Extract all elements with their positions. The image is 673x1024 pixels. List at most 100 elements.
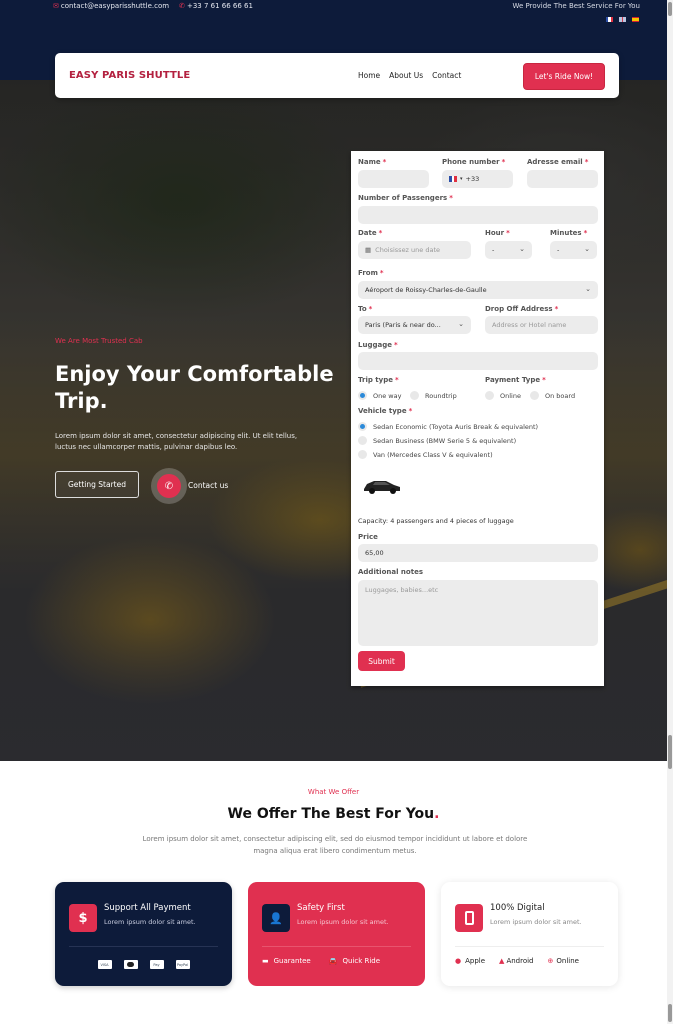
flag-fr-icon[interactable] bbox=[449, 176, 458, 182]
to-select[interactable]: Paris (Paris & near do... ⌄ bbox=[358, 316, 471, 334]
email-label: Adresse email * bbox=[527, 158, 589, 166]
payment-onboard-radio[interactable]: On board bbox=[530, 391, 575, 400]
card-title: Safety First bbox=[297, 903, 345, 913]
apple-pay-icon: Pay bbox=[149, 960, 164, 969]
notes-textarea[interactable]: Luggages, babies...etc bbox=[358, 580, 598, 646]
chevron-down-icon: ⌄ bbox=[585, 285, 591, 293]
contact-us-link[interactable]: Contact us bbox=[188, 481, 228, 490]
phone-icon: ✆ bbox=[179, 2, 185, 10]
apple-icon: ● bbox=[455, 957, 462, 965]
trip-roundtrip-radio[interactable]: Roundtrip bbox=[410, 391, 457, 400]
from-label: From * bbox=[358, 269, 384, 277]
phone-input[interactable]: ▾ +33 bbox=[442, 170, 513, 188]
email-icon: ✉ bbox=[53, 2, 59, 10]
scrollbar-thumb[interactable] bbox=[668, 735, 672, 769]
paypal-icon: PayPal bbox=[175, 960, 190, 969]
from-select[interactable]: Aéroport de Roissy-Charles-de-Gaulle ⌄ bbox=[358, 281, 598, 299]
calendar-icon: ▦ bbox=[365, 246, 372, 254]
tagline: We Provide The Best Service For You bbox=[512, 2, 640, 10]
dropoff-input[interactable]: Address or Hotel name bbox=[485, 316, 598, 334]
quick-ride-feature: 🚘 Quick Ride bbox=[328, 957, 381, 965]
scrollbar-thumb[interactable] bbox=[668, 2, 672, 16]
online-feature: ⊕ Online bbox=[547, 957, 579, 965]
submit-button[interactable]: Submit bbox=[358, 651, 405, 671]
dollar-icon: $ bbox=[69, 904, 97, 932]
hero-title: Enjoy Your Comfortable Trip. bbox=[55, 362, 334, 413]
chevron-down-icon: ⌄ bbox=[519, 245, 525, 253]
hero-tag: We Are Most Trusted Cab bbox=[55, 337, 143, 345]
page-scrollbar[interactable] bbox=[667, 0, 673, 1024]
email-input[interactable] bbox=[527, 170, 598, 188]
vehicle-economic-radio[interactable]: Sedan Economic (Toyota Auris Break & equ… bbox=[358, 422, 538, 431]
card-safety: 👤 Safety First Lorem ipsum dolor sit ame… bbox=[248, 882, 425, 986]
phone-label: Phone number * bbox=[442, 158, 506, 166]
navbar: EASY PARIS SHUTTLE Home About Us Contact… bbox=[55, 53, 619, 98]
name-label: Name * bbox=[358, 158, 387, 166]
dropoff-label: Drop Off Address * bbox=[485, 305, 559, 313]
brand-logo[interactable]: EASY PARIS SHUTTLE bbox=[69, 70, 190, 81]
flag-en-icon[interactable] bbox=[619, 17, 626, 22]
payment-online-radio[interactable]: Online bbox=[485, 391, 521, 400]
android-icon: ▲ bbox=[499, 957, 505, 965]
passengers-input[interactable] bbox=[358, 206, 598, 224]
chevron-down-icon: ⌄ bbox=[584, 245, 590, 253]
globe-icon: ⊕ bbox=[547, 957, 554, 965]
card-title: Support All Payment bbox=[104, 903, 191, 913]
luggage-label: Luggage * bbox=[358, 341, 398, 349]
card-icon: ▬ bbox=[262, 957, 269, 965]
vehicle-image bbox=[364, 481, 400, 494]
card-desc: Lorem ipsum dolor sit amet. bbox=[104, 918, 196, 926]
notes-label: Additional notes bbox=[358, 568, 423, 576]
android-feature: ▲ Android bbox=[499, 957, 534, 965]
nav-about[interactable]: About Us bbox=[389, 71, 423, 80]
contact-email[interactable]: ✉ contact@easyparisshuttle.com bbox=[53, 2, 169, 10]
minutes-select[interactable]: - ⌄ bbox=[550, 241, 597, 259]
flag-fr-icon[interactable] bbox=[606, 17, 613, 22]
apple-feature: ● Apple bbox=[455, 957, 486, 965]
chevron-down-icon: ⌄ bbox=[458, 320, 464, 328]
minutes-label: Minutes * bbox=[550, 229, 588, 237]
price-label: Price bbox=[358, 533, 378, 541]
card-desc: Lorem ipsum dolor sit amet. bbox=[490, 918, 582, 926]
user-shield-icon: 👤 bbox=[262, 904, 290, 932]
date-input[interactable]: ▦ Choisissez une date bbox=[358, 241, 471, 259]
card-desc: Lorem ipsum dolor sit amet. bbox=[297, 918, 389, 926]
vehicle-type-label: Vehicle type * bbox=[358, 407, 413, 415]
offer-title: We Offer The Best For You. bbox=[227, 806, 440, 822]
payment-type-label: Payment Type * bbox=[485, 376, 546, 384]
price-input[interactable]: 65,00 bbox=[358, 544, 598, 562]
capacity-text: Capacity: 4 passengers and 4 pieces of l… bbox=[358, 517, 514, 525]
contact-phone-button[interactable]: ✆ bbox=[151, 468, 187, 504]
luggage-input[interactable] bbox=[358, 352, 598, 370]
booking-form: Name * Phone number * ▾ +33 Adresse email * … bbox=[351, 151, 604, 686]
phone-icon: ✆ bbox=[157, 474, 181, 498]
hour-select[interactable]: - ⌄ bbox=[485, 241, 532, 259]
hero-description: Lorem ipsum dolor sit amet, consectetur … bbox=[55, 432, 298, 451]
guarantee-feature: ▬ Guarantee bbox=[262, 957, 311, 965]
flag-es-icon[interactable] bbox=[632, 17, 639, 22]
offer-description: Lorem ipsum dolor sit amet, consectetur … bbox=[142, 835, 528, 855]
chevron-down-icon: ▾ bbox=[460, 176, 463, 182]
card-payment: $ Support All Payment Lorem ipsum dolor … bbox=[55, 882, 232, 986]
ride-now-button[interactable]: Let's Ride Now! bbox=[523, 63, 605, 90]
date-label: Date * bbox=[358, 229, 383, 237]
getting-started-button[interactable]: Getting Started bbox=[55, 471, 139, 498]
contact-phone[interactable]: ✆ +33 7 61 66 66 61 bbox=[179, 2, 253, 10]
hour-label: Hour * bbox=[485, 229, 510, 237]
nav-home[interactable]: Home bbox=[358, 71, 380, 80]
mastercard-icon bbox=[123, 960, 138, 969]
visa-icon: VISA bbox=[97, 960, 112, 969]
vehicle-business-radio[interactable]: Sedan Business (BMW Serie 5 & equivalent… bbox=[358, 436, 516, 445]
card-digital: 100% Digital Lorem ipsum dolor sit amet.… bbox=[441, 882, 618, 986]
vehicle-van-radio[interactable]: Van (Mercedes Class V & equivalent) bbox=[358, 450, 493, 459]
scrollbar-thumb[interactable] bbox=[668, 1004, 672, 1022]
to-label: To * bbox=[358, 305, 373, 313]
trip-type-label: Trip type * bbox=[358, 376, 399, 384]
mobile-icon bbox=[455, 904, 483, 932]
offer-tag: What We Offer bbox=[307, 788, 360, 796]
trip-one-way-radio[interactable]: One way bbox=[358, 391, 401, 400]
card-title: 100% Digital bbox=[490, 903, 545, 913]
name-input[interactable] bbox=[358, 170, 429, 188]
nav-contact[interactable]: Contact bbox=[432, 71, 461, 80]
passengers-label: Number of Passengers * bbox=[358, 194, 453, 202]
